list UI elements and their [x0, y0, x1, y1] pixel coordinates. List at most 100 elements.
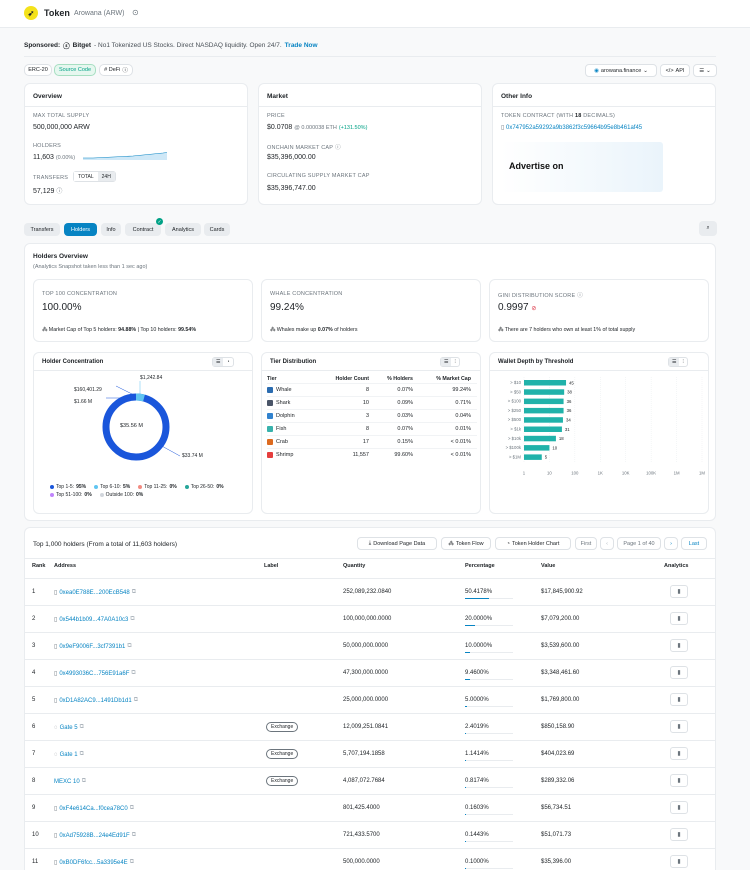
tab-contract[interactable]: Contract	[125, 223, 161, 236]
legend-item[interactable]: Top 1-5: 95%	[50, 484, 86, 490]
chart-view-icon[interactable]: ⫶	[679, 358, 686, 366]
pie-view-icon[interactable]: ◔	[223, 358, 232, 366]
token-flow-button[interactable]: ⁂ Token Flow	[441, 537, 491, 550]
bar-category-label: > $500	[508, 417, 522, 422]
legend-item[interactable]: Outside 100: 0%	[99, 492, 143, 498]
address-link[interactable]: 0xea0E788E...200EcB548	[59, 590, 129, 596]
analytics-button[interactable]: ▮	[670, 693, 688, 706]
analytics-button[interactable]: ▮	[670, 828, 688, 841]
depth-bar[interactable]	[524, 389, 565, 395]
address-link[interactable]: 0xD1A82AC9...1491Db1d1	[59, 698, 131, 704]
copy-icon[interactable]: ⧉	[134, 697, 138, 704]
analytics-button[interactable]: ▮	[670, 747, 688, 760]
copy-icon[interactable]: ⧉	[130, 805, 134, 812]
label-badge[interactable]: Exchange	[266, 722, 299, 732]
legend-item[interactable]: Top 26-50: 0%	[184, 484, 224, 490]
address-cell: ▯ 0xD1A82AC9...1491Db1d1 ⧉	[54, 697, 138, 704]
copy-icon[interactable]: ⧉	[130, 859, 134, 866]
copy-icon[interactable]: ⧉	[80, 751, 84, 758]
analytics-button[interactable]: ▮	[670, 774, 688, 787]
tab-holders[interactable]: Holders	[64, 223, 97, 236]
bar-chart-icon: ▮	[677, 616, 681, 622]
more-menu-button[interactable]: ☰ ⌄	[693, 64, 717, 77]
depth-bar[interactable]	[524, 380, 567, 386]
analytics-button[interactable]: ▮	[670, 639, 688, 652]
chevron-left-icon: ‹	[606, 540, 608, 547]
copy-icon[interactable]: ⧉	[131, 670, 135, 677]
tab-analytics[interactable]: Analytics	[165, 223, 201, 236]
chart-view-icon[interactable]: ⫶	[451, 358, 458, 366]
legend-item[interactable]: Top 11-25: 0%	[138, 484, 177, 490]
address-link[interactable]: 0xAd75928B...24e4Ed91F	[59, 833, 129, 839]
value-cell: $3,539,600.00	[541, 643, 580, 649]
tab-info[interactable]: Info	[101, 223, 121, 236]
tag-source-code[interactable]: Source Code	[54, 64, 96, 76]
sponsor-cta[interactable]: Trade Now	[285, 42, 318, 49]
list-view-icon[interactable]: ☰	[213, 358, 224, 366]
advertise-banner[interactable]: Advertise on	[501, 142, 663, 192]
legend-item[interactable]: Top 6-10: 5%	[94, 484, 130, 490]
first-page-button[interactable]: First	[575, 537, 597, 550]
depth-bar[interactable]	[524, 454, 542, 460]
analytics-button[interactable]: ▮	[670, 801, 688, 814]
copy-icon[interactable]: ⧉	[132, 832, 136, 839]
percentage-bar	[465, 625, 513, 626]
transfers-24h-toggle[interactable]: 24H	[97, 172, 115, 181]
tag-erc20[interactable]: ERC-20	[24, 64, 52, 76]
analytics-button[interactable]: ▮	[670, 720, 688, 733]
depth-bar[interactable]	[524, 407, 564, 414]
depth-bar[interactable]	[524, 398, 564, 405]
percentage-cell: 5.0000%	[465, 697, 489, 703]
contract-icon: ▯	[501, 125, 505, 131]
transfers-total-toggle[interactable]: TOTAL	[74, 172, 98, 181]
address-link[interactable]: 0xB0DF6fcc...5a3395e4E	[59, 860, 127, 866]
copy-icon[interactable]: ⧉	[80, 724, 84, 731]
address-link[interactable]: Gate 1	[60, 752, 78, 758]
share-icon: ⁂	[270, 327, 276, 333]
search-button[interactable]: ⌕	[699, 221, 717, 236]
legend-item[interactable]: Top 51-100: 0%	[50, 492, 92, 498]
depth-bar[interactable]	[524, 435, 556, 442]
analytics-button[interactable]: ▮	[670, 666, 688, 679]
copy-icon[interactable]: ⧉	[132, 589, 136, 596]
address-link[interactable]: 0x9eF9006F...3cf7391b1	[59, 644, 125, 650]
analytics-button[interactable]: ▮	[670, 855, 688, 868]
tier-count: 3	[365, 413, 369, 419]
tier-cap-pct: 99.24%	[452, 387, 471, 393]
depth-bar[interactable]	[524, 445, 550, 451]
tier-cap-pct: < 0.01%	[450, 439, 471, 445]
address-link[interactable]: MEXC 10	[54, 779, 80, 785]
address-link[interactable]: Gate 5	[60, 725, 78, 731]
address-link[interactable]: 0x544b1b09...47A0A10c3	[59, 617, 128, 623]
depth-bar[interactable]	[524, 426, 562, 433]
address-cell: ◌ Gate 1 ⧉	[54, 751, 84, 758]
value-cell: $51,071.73	[541, 832, 572, 838]
list-view-icon[interactable]: ☰	[441, 358, 452, 366]
copy-icon[interactable]: ⧉	[127, 643, 131, 650]
tab-cards[interactable]: Cards	[204, 223, 230, 236]
address-link[interactable]: 0xF4e614Ca...f0cea78C0	[59, 806, 127, 812]
site-dropdown[interactable]: ◉ arowana.finance ⌄	[585, 64, 657, 77]
analytics-button[interactable]: ▮	[670, 585, 688, 598]
percentage-bar-fill	[465, 706, 468, 707]
prev-page-button[interactable]: ‹	[600, 537, 614, 550]
copy-icon[interactable]: ⧉	[82, 778, 86, 785]
address-link[interactable]: 0x4993036C...756E91a6F	[59, 671, 129, 677]
sponsor-name[interactable]: Bitget	[73, 42, 91, 49]
tab-transfers[interactable]: Transfers	[24, 223, 60, 236]
download-button[interactable]: ⤓ Download Page Data	[357, 537, 437, 550]
holder-chart-button[interactable]: ◔ Token Holder Chart	[495, 537, 571, 550]
analytics-button[interactable]: ▮	[670, 612, 688, 625]
last-page-button[interactable]: Last	[681, 537, 707, 550]
depth-bar[interactable]	[524, 417, 563, 423]
api-button[interactable]: </> API	[660, 64, 690, 77]
label-badge[interactable]: Exchange	[266, 749, 299, 759]
bar-chart-icon: ▮	[677, 589, 681, 595]
label-badge[interactable]: Exchange	[266, 776, 299, 786]
concentration-title: Holder Concentration	[42, 359, 104, 365]
tag-defi[interactable]: # DeFi ⓘ	[99, 64, 133, 76]
next-page-button[interactable]: ›	[664, 537, 678, 550]
copy-icon[interactable]: ⧉	[130, 616, 134, 623]
list-view-icon[interactable]: ☰	[669, 358, 680, 366]
contract-address[interactable]: ▯ 0x747952a59292a9b3862f3c59664b95e8b461…	[501, 124, 642, 131]
